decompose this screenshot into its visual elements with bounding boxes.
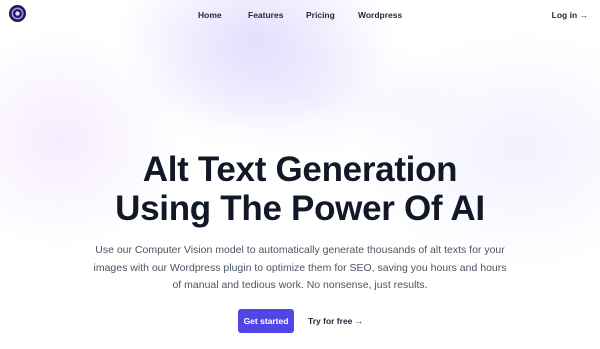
login-link[interactable]: Log in → bbox=[552, 10, 588, 20]
nav-link-features[interactable]: Features bbox=[248, 10, 283, 20]
nav-link-pricing[interactable]: Pricing bbox=[306, 10, 335, 20]
nav-link-home[interactable]: Home bbox=[198, 10, 222, 20]
hero-title-line-1: Alt Text Generation bbox=[142, 150, 458, 189]
hero-description: Use our Computer Vision model to automat… bbox=[93, 244, 507, 291]
get-started-button[interactable]: Get started bbox=[238, 309, 294, 333]
main-nav: Home Features Pricing Wordpress bbox=[0, 10, 600, 24]
nav-link-wordpress[interactable]: Wordpress bbox=[358, 10, 402, 20]
hero-title: Alt Text Generation Using The Power Of A… bbox=[0, 150, 600, 228]
try-for-free-link[interactable]: Try for free → bbox=[308, 309, 363, 333]
hero-title-line-2: Using The Power Of AI bbox=[115, 189, 485, 228]
top-navbar: Home Features Pricing Wordpress Log in → bbox=[0, 0, 600, 32]
cta-row: Get started Try for free → bbox=[0, 309, 600, 333]
hero-section: Alt Text Generation Using The Power Of A… bbox=[0, 150, 600, 295]
